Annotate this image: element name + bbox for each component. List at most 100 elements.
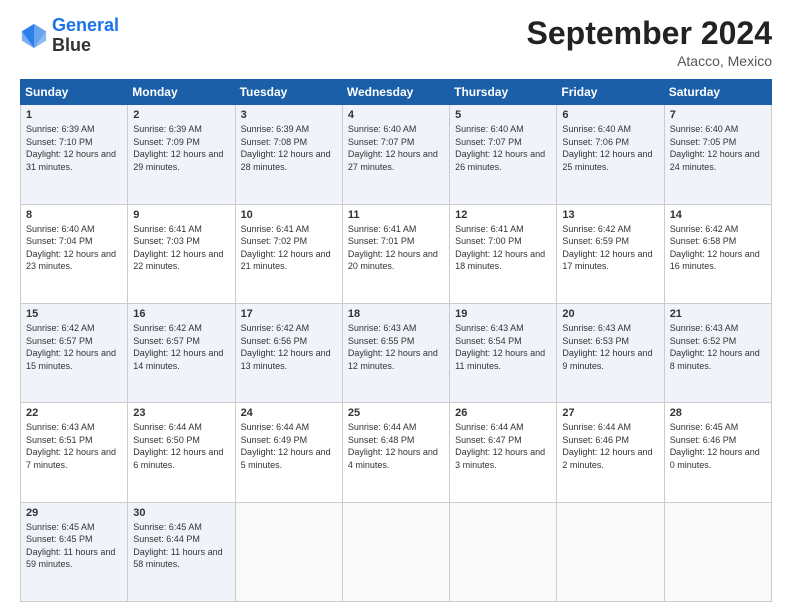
table-row: 3 Sunrise: 6:39 AMSunset: 7:08 PMDaylight… [235,105,342,204]
day-info: Sunrise: 6:43 AMSunset: 6:52 PMDaylight:… [670,322,766,372]
table-row: 26 Sunrise: 6:44 AMSunset: 6:47 PMDayligh… [450,403,557,502]
day-info: Sunrise: 6:44 AMSunset: 6:48 PMDaylight:… [348,421,444,471]
page: General Blue September 2024 Atacco, Mexi… [0,0,792,612]
calendar-row: 8Sunrise: 6:40 AMSunset: 7:04 PMDaylight… [21,204,772,303]
table-row: 29 Sunrise: 6:45 AMSunset: 6:45 PMDayligh… [21,502,128,601]
calendar-row: 22 Sunrise: 6:43 AMSunset: 6:51 PMDayligh… [21,403,772,502]
day-info: Sunrise: 6:39 AMSunset: 7:09 PMDaylight:… [133,123,229,173]
day-info: Sunrise: 6:41 AMSunset: 7:03 PMDaylight:… [133,223,229,273]
day-info: Sunrise: 6:39 AMSunset: 7:08 PMDaylight:… [241,123,337,173]
day-number: 28 [670,407,766,419]
col-saturday: Saturday [664,80,771,105]
day-info: Sunrise: 6:41 AMSunset: 7:02 PMDaylight:… [241,223,337,273]
day-number: 17 [241,308,337,320]
day-number: 7 [670,109,766,121]
table-row: 5 Sunrise: 6:40 AMSunset: 7:07 PMDaylight… [450,105,557,204]
calendar-row: 15Sunrise: 6:42 AMSunset: 6:57 PMDayligh… [21,303,772,402]
table-row: 22 Sunrise: 6:43 AMSunset: 6:51 PMDayligh… [21,403,128,502]
table-row [664,502,771,601]
day-number: 14 [670,209,766,221]
table-row: 6Sunrise: 6:40 AMSunset: 7:06 PMDaylight… [557,105,664,204]
day-info: Sunrise: 6:45 AMSunset: 6:45 PMDaylight:… [26,521,122,571]
calendar-header-row: Sunday Monday Tuesday Wednesday Thursday… [21,80,772,105]
day-info: Sunrise: 6:40 AMSunset: 7:05 PMDaylight:… [670,123,766,173]
day-info: Sunrise: 6:42 AMSunset: 6:58 PMDaylight:… [670,223,766,273]
calendar-table: Sunday Monday Tuesday Wednesday Thursday… [20,79,772,602]
day-number: 22 [26,407,122,419]
day-number: 20 [562,308,658,320]
calendar-row: 1 Sunrise: 6:39 AMSunset: 7:10 PMDaylight… [21,105,772,204]
col-friday: Friday [557,80,664,105]
table-row [342,502,449,601]
table-row: 15Sunrise: 6:42 AMSunset: 6:57 PMDayligh… [21,303,128,402]
day-info: Sunrise: 6:40 AMSunset: 7:07 PMDaylight:… [455,123,551,173]
table-row: 13 Sunrise: 6:42 AMSunset: 6:59 PMDayligh… [557,204,664,303]
day-number: 25 [348,407,444,419]
table-row: 4 Sunrise: 6:40 AMSunset: 7:07 PMDaylight… [342,105,449,204]
day-info: Sunrise: 6:42 AMSunset: 6:59 PMDaylight:… [562,223,658,273]
day-number: 21 [670,308,766,320]
table-row: 18Sunrise: 6:43 AMSunset: 6:55 PMDayligh… [342,303,449,402]
day-info: Sunrise: 6:42 AMSunset: 6:57 PMDaylight:… [133,322,229,372]
header: General Blue September 2024 Atacco, Mexi… [20,16,772,69]
table-row: 11 Sunrise: 6:41 AMSunset: 7:01 PMDayligh… [342,204,449,303]
logo-text: General Blue [52,16,119,56]
day-number: 4 [348,109,444,121]
day-info: Sunrise: 6:43 AMSunset: 6:51 PMDaylight:… [26,421,122,471]
table-row: 28 Sunrise: 6:45 AMSunset: 6:46 PMDayligh… [664,403,771,502]
day-info: Sunrise: 6:39 AMSunset: 7:10 PMDaylight:… [26,123,122,173]
table-row: 24Sunrise: 6:44 AMSunset: 6:49 PMDayligh… [235,403,342,502]
logo-icon [20,22,48,50]
table-row: 30Sunrise: 6:45 AMSunset: 6:44 PMDayligh… [128,502,235,601]
table-row: 19 Sunrise: 6:43 AMSunset: 6:54 PMDayligh… [450,303,557,402]
day-number: 11 [348,209,444,221]
day-info: Sunrise: 6:44 AMSunset: 6:50 PMDaylight:… [133,421,229,471]
day-number: 10 [241,209,337,221]
day-info: Sunrise: 6:44 AMSunset: 6:47 PMDaylight:… [455,421,551,471]
day-info: Sunrise: 6:41 AMSunset: 7:00 PMDaylight:… [455,223,551,273]
table-row: 23 Sunrise: 6:44 AMSunset: 6:50 PMDayligh… [128,403,235,502]
day-info: Sunrise: 6:43 AMSunset: 6:53 PMDaylight:… [562,322,658,372]
day-info: Sunrise: 6:40 AMSunset: 7:04 PMDaylight:… [26,223,122,273]
table-row [235,502,342,601]
day-number: 1 [26,109,122,121]
col-sunday: Sunday [21,80,128,105]
day-number: 27 [562,407,658,419]
day-info: Sunrise: 6:41 AMSunset: 7:01 PMDaylight:… [348,223,444,273]
table-row: 1 Sunrise: 6:39 AMSunset: 7:10 PMDaylight… [21,105,128,204]
col-wednesday: Wednesday [342,80,449,105]
table-row: 7 Sunrise: 6:40 AMSunset: 7:05 PMDaylight… [664,105,771,204]
table-row: 2Sunrise: 6:39 AMSunset: 7:09 PMDaylight… [128,105,235,204]
day-number: 12 [455,209,551,221]
day-number: 6 [562,109,658,121]
day-number: 3 [241,109,337,121]
day-number: 29 [26,507,122,519]
day-info: Sunrise: 6:40 AMSunset: 7:07 PMDaylight:… [348,123,444,173]
day-number: 19 [455,308,551,320]
day-number: 26 [455,407,551,419]
day-info: Sunrise: 6:45 AMSunset: 6:46 PMDaylight:… [670,421,766,471]
table-row: 21 Sunrise: 6:43 AMSunset: 6:52 PMDayligh… [664,303,771,402]
day-info: Sunrise: 6:43 AMSunset: 6:54 PMDaylight:… [455,322,551,372]
day-info: Sunrise: 6:42 AMSunset: 6:57 PMDaylight:… [26,322,122,372]
day-number: 16 [133,308,229,320]
table-row [557,502,664,601]
col-thursday: Thursday [450,80,557,105]
calendar-row: 29 Sunrise: 6:45 AMSunset: 6:45 PMDayligh… [21,502,772,601]
day-number: 13 [562,209,658,221]
table-row: 16 Sunrise: 6:42 AMSunset: 6:57 PMDayligh… [128,303,235,402]
day-info: Sunrise: 6:45 AMSunset: 6:44 PMDaylight:… [133,521,229,571]
day-number: 23 [133,407,229,419]
day-number: 9 [133,209,229,221]
title-area: September 2024 Atacco, Mexico [527,16,772,69]
day-info: Sunrise: 6:44 AMSunset: 6:49 PMDaylight:… [241,421,337,471]
table-row [450,502,557,601]
location: Atacco, Mexico [527,53,772,69]
day-info: Sunrise: 6:42 AMSunset: 6:56 PMDaylight:… [241,322,337,372]
col-tuesday: Tuesday [235,80,342,105]
col-monday: Monday [128,80,235,105]
day-number: 5 [455,109,551,121]
table-row: 27Sunrise: 6:44 AMSunset: 6:46 PMDayligh… [557,403,664,502]
table-row: 14 Sunrise: 6:42 AMSunset: 6:58 PMDayligh… [664,204,771,303]
table-row: 20 Sunrise: 6:43 AMSunset: 6:53 PMDayligh… [557,303,664,402]
